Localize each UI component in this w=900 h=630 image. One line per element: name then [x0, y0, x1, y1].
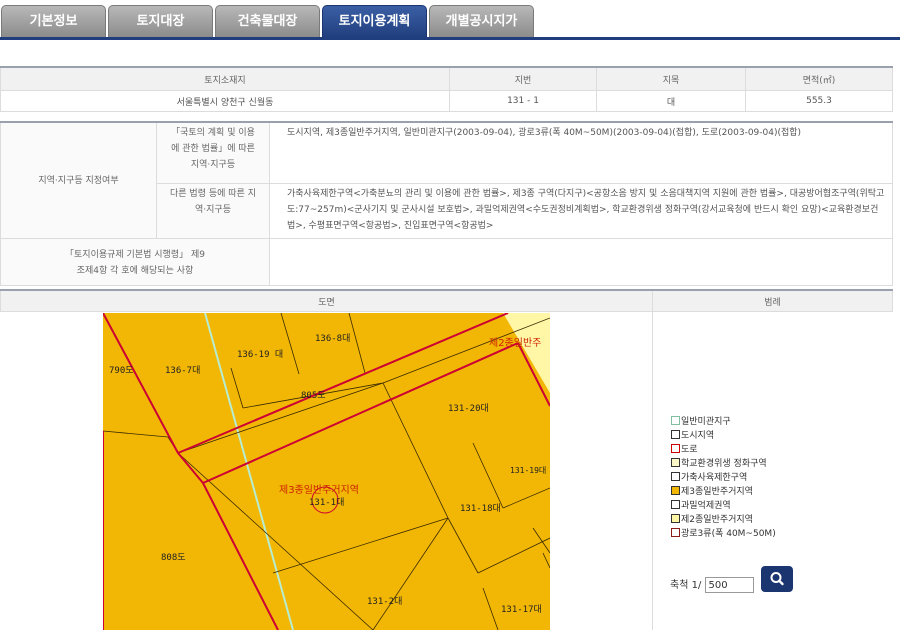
- cell-location: 서울특별시 양천구 신월동: [0, 90, 450, 112]
- tab-official-land-price[interactable]: 개별공시지가: [429, 5, 534, 38]
- legend-label: 일반미관지구: [681, 417, 731, 427]
- cell-land-category: 대: [596, 90, 746, 112]
- cell-lot-number: 131 - 1: [449, 90, 597, 112]
- header-land-category: 지목: [596, 66, 746, 91]
- legend-label: 도시지역: [681, 431, 715, 441]
- scale-input[interactable]: [704, 577, 754, 593]
- legend-label: 제3종일반주거지역: [681, 487, 753, 497]
- zone-row2-text: 가축사육제한구역<가축분뇨의 관리 및 이용에 관한 법률>, 제3종 구역(다…: [269, 183, 893, 239]
- legend-label: 가축사육제한구역: [681, 473, 748, 483]
- tab-building-register[interactable]: 건축물대장: [215, 5, 320, 38]
- map-label-136-8: 136-8대: [315, 333, 350, 344]
- map-section-header: 도면 범례: [0, 289, 893, 312]
- legend-label: 광로3류(폭 40M~50M): [681, 529, 776, 539]
- legend-label: 제2종일반주거지역: [681, 515, 753, 525]
- zone-row2-header: 다른 법령 등에 따른 지역·지구등: [156, 183, 270, 239]
- map-label-131-20: 131-20대: [448, 403, 489, 414]
- legend-label: 학교환경위생 정화구역: [681, 459, 767, 469]
- legend-swatch: [671, 444, 680, 453]
- header-lot-number: 지번: [449, 66, 597, 91]
- map-label-136-7: 136-7대: [165, 365, 200, 376]
- legend-item-school-zone: 학교환경위생 정화구역: [671, 457, 776, 471]
- legend-label: 과밀억제권역: [681, 501, 731, 511]
- map-label-136-19: 136-19 대: [237, 349, 283, 360]
- zone3-area: [103, 313, 550, 630]
- legend-swatch: [671, 416, 680, 425]
- legend-item-overcrowding: 과밀억제권역: [671, 499, 776, 513]
- legend-swatch: [671, 500, 680, 509]
- zone-row1-header: 「국토의 계획 및 이용에 관한 법률」에 따른 지역·지구등: [156, 121, 270, 184]
- zone2-map-label: 제2종일반주: [489, 337, 541, 349]
- zone-row1-text: 도시지역, 제3종일반주거지역, 일반미관지구(2003-09-04), 광로3…: [269, 121, 893, 184]
- search-icon: [770, 572, 784, 586]
- map-label-131-17: 131-17대: [501, 604, 542, 615]
- legend-swatch: [671, 472, 680, 481]
- map-label-131-1: 131-1대: [309, 497, 344, 508]
- legend-item-livestock-zone: 가축사육제한구역: [671, 471, 776, 485]
- land-info-table: 토지소재지 지번 지목 면적(㎡) 서울특별시 양천구 신월동 131 - 1 …: [0, 66, 893, 112]
- scale-control: 축척 1/: [670, 576, 754, 593]
- zone-row3-text: [269, 238, 893, 286]
- tab-underline: [0, 37, 900, 40]
- map-label-131-19: 131-19대: [510, 466, 546, 475]
- legend-item-beauty-district: 일반미관지구: [671, 415, 776, 429]
- legend-label: 도로: [681, 445, 698, 455]
- legend-swatch: [671, 458, 680, 467]
- scale-label: 축척 1/: [670, 580, 702, 591]
- tab-land-register[interactable]: 토지대장: [108, 5, 213, 38]
- legend-swatch: [671, 514, 680, 523]
- map-label-805: 805도: [301, 391, 326, 401]
- legend-item-zone2: 제2종일반주거지역: [671, 513, 776, 527]
- tab-bar: 기본정보 토지대장 건축물대장 토지이용계획 개별공시지가: [0, 0, 900, 40]
- zone-designation-table: 지역·지구등 지정여부 「국토의 계획 및 이용에 관한 법률」에 따른 지역·…: [0, 121, 893, 286]
- zone3-map-label: 제3종일반주거지역: [279, 484, 359, 496]
- header-location: 토지소재지: [0, 66, 450, 91]
- land-use-map[interactable]: 790도 136-7대 136-19 대 136-8대 805도 131-20대…: [103, 313, 550, 630]
- map-canvas: 790도 136-7대 136-19 대 136-8대 805도 131-20대…: [103, 313, 550, 630]
- map-label-808: 808도: [161, 553, 186, 563]
- legend-list: 일반미관지구 도시지역 도로 학교환경위생 정화구역 가축사육제한구역 제3종일…: [671, 415, 776, 541]
- header-area: 면적(㎡): [745, 66, 893, 91]
- legend-swatch: [671, 528, 680, 537]
- legend-swatch: [671, 430, 680, 439]
- legend-item-urban-area: 도시지역: [671, 429, 776, 443]
- legend-item-zone3: 제3종일반주거지역: [671, 485, 776, 499]
- scale-search-button[interactable]: [761, 566, 793, 592]
- legend-swatch: [671, 486, 680, 495]
- map-header: 도면: [0, 289, 653, 312]
- map-label-131-18: 131-18대: [460, 503, 501, 514]
- zone-left-header: 지역·지구등 지정여부: [0, 121, 157, 239]
- legend-item-road: 도로: [671, 443, 776, 457]
- cell-area: 555.3: [745, 90, 893, 112]
- map-legend-divider: [652, 311, 653, 630]
- map-label-790: 790도: [109, 366, 134, 376]
- legend-header: 범례: [652, 289, 893, 312]
- legend-item-wide-road: 광로3류(폭 40M~50M): [671, 527, 776, 541]
- zone-row3-header: 「토지이용규제 기본법 시행령」 제9조제4항 각 호에 해당되는 사항: [0, 238, 270, 286]
- tab-basic-info[interactable]: 기본정보: [1, 5, 106, 38]
- map-label-131-2: 131-2대: [367, 596, 402, 607]
- tab-land-use-plan[interactable]: 토지이용계획: [322, 5, 427, 38]
